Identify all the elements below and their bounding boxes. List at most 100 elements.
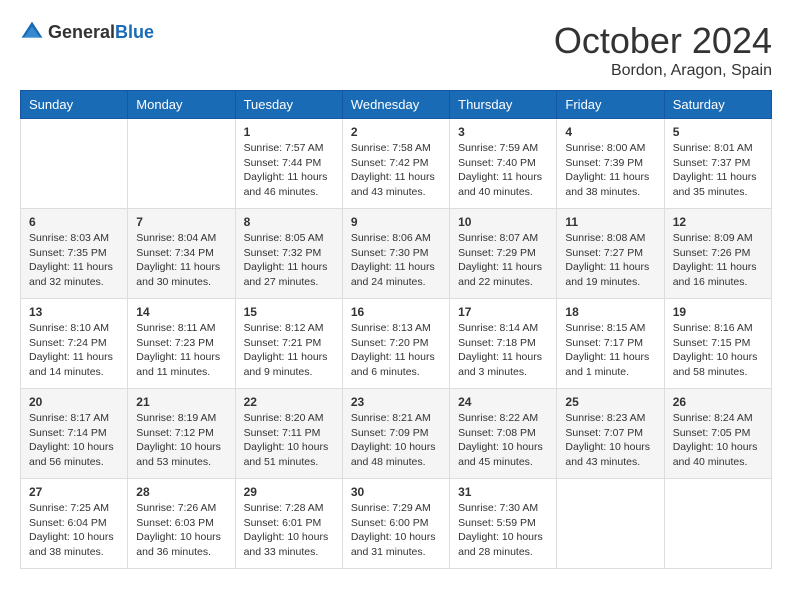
sunset: Sunset: 7:26 PM	[673, 247, 751, 259]
cell-4-4: 31 Sunrise: 7:30 AM Sunset: 5:59 PM Dayl…	[450, 479, 557, 569]
cell-0-1	[128, 119, 235, 209]
sunset: Sunset: 7:24 PM	[29, 337, 107, 349]
day-number: 13	[29, 305, 119, 319]
daylight: Daylight: 11 hours and 6 minutes.	[351, 351, 435, 378]
sunset: Sunset: 7:17 PM	[565, 337, 643, 349]
day-number: 6	[29, 215, 119, 229]
sunset: Sunset: 7:27 PM	[565, 247, 643, 259]
header-wednesday: Wednesday	[342, 91, 449, 119]
day-number: 22	[244, 395, 334, 409]
day-info: Sunrise: 8:23 AM Sunset: 7:07 PM Dayligh…	[565, 411, 655, 470]
daylight: Daylight: 11 hours and 11 minutes.	[136, 351, 220, 378]
day-info: Sunrise: 7:26 AM Sunset: 6:03 PM Dayligh…	[136, 501, 226, 560]
cell-3-1: 21 Sunrise: 8:19 AM Sunset: 7:12 PM Dayl…	[128, 389, 235, 479]
sunset: Sunset: 7:11 PM	[244, 427, 321, 439]
sunset: Sunset: 5:59 PM	[458, 517, 536, 529]
cell-2-6: 19 Sunrise: 8:16 AM Sunset: 7:15 PM Dayl…	[664, 299, 771, 389]
title-section: October 2024 Bordon, Aragon, Spain	[554, 20, 772, 80]
location: Bordon, Aragon, Spain	[554, 62, 772, 80]
cell-3-4: 24 Sunrise: 8:22 AM Sunset: 7:08 PM Dayl…	[450, 389, 557, 479]
day-number: 11	[565, 215, 655, 229]
sunrise: Sunrise: 8:06 AM	[351, 232, 431, 244]
sunset: Sunset: 7:40 PM	[458, 157, 536, 169]
daylight: Daylight: 10 hours and 33 minutes.	[244, 531, 329, 558]
day-info: Sunrise: 8:17 AM Sunset: 7:14 PM Dayligh…	[29, 411, 119, 470]
day-info: Sunrise: 8:13 AM Sunset: 7:20 PM Dayligh…	[351, 321, 441, 380]
day-number: 3	[458, 125, 548, 139]
page-header: GeneralBlue October 2024 Bordon, Aragon,…	[20, 20, 772, 80]
sunset: Sunset: 6:00 PM	[351, 517, 429, 529]
day-info: Sunrise: 7:28 AM Sunset: 6:01 PM Dayligh…	[244, 501, 334, 560]
day-info: Sunrise: 7:59 AM Sunset: 7:40 PM Dayligh…	[458, 141, 548, 200]
day-number: 20	[29, 395, 119, 409]
sunrise: Sunrise: 7:58 AM	[351, 142, 431, 154]
cell-3-3: 23 Sunrise: 8:21 AM Sunset: 7:09 PM Dayl…	[342, 389, 449, 479]
daylight: Daylight: 10 hours and 51 minutes.	[244, 441, 329, 468]
day-number: 23	[351, 395, 441, 409]
sunset: Sunset: 7:32 PM	[244, 247, 322, 259]
sunrise: Sunrise: 8:14 AM	[458, 322, 538, 334]
day-number: 12	[673, 215, 763, 229]
cell-2-0: 13 Sunrise: 8:10 AM Sunset: 7:24 PM Dayl…	[21, 299, 128, 389]
sunset: Sunset: 7:44 PM	[244, 157, 322, 169]
day-info: Sunrise: 8:10 AM Sunset: 7:24 PM Dayligh…	[29, 321, 119, 380]
daylight: Daylight: 11 hours and 19 minutes.	[565, 261, 649, 288]
cell-3-0: 20 Sunrise: 8:17 AM Sunset: 7:14 PM Dayl…	[21, 389, 128, 479]
sunset: Sunset: 7:30 PM	[351, 247, 429, 259]
day-number: 28	[136, 485, 226, 499]
sunset: Sunset: 7:29 PM	[458, 247, 536, 259]
day-info: Sunrise: 7:30 AM Sunset: 5:59 PM Dayligh…	[458, 501, 548, 560]
daylight: Daylight: 10 hours and 48 minutes.	[351, 441, 436, 468]
sunset: Sunset: 7:37 PM	[673, 157, 751, 169]
sunrise: Sunrise: 7:26 AM	[136, 502, 216, 514]
day-number: 17	[458, 305, 548, 319]
sunrise: Sunrise: 8:07 AM	[458, 232, 538, 244]
sunset: Sunset: 7:20 PM	[351, 337, 429, 349]
day-number: 5	[673, 125, 763, 139]
weekday-header-row: Sunday Monday Tuesday Wednesday Thursday…	[21, 91, 772, 119]
daylight: Daylight: 10 hours and 45 minutes.	[458, 441, 543, 468]
cell-2-4: 17 Sunrise: 8:14 AM Sunset: 7:18 PM Dayl…	[450, 299, 557, 389]
sunrise: Sunrise: 7:29 AM	[351, 502, 431, 514]
sunrise: Sunrise: 8:15 AM	[565, 322, 645, 334]
day-number: 31	[458, 485, 548, 499]
cell-1-0: 6 Sunrise: 8:03 AM Sunset: 7:35 PM Dayli…	[21, 209, 128, 299]
sunset: Sunset: 7:15 PM	[673, 337, 751, 349]
sunrise: Sunrise: 7:25 AM	[29, 502, 109, 514]
day-number: 27	[29, 485, 119, 499]
day-info: Sunrise: 8:12 AM Sunset: 7:21 PM Dayligh…	[244, 321, 334, 380]
daylight: Daylight: 11 hours and 14 minutes.	[29, 351, 113, 378]
logo-icon	[20, 20, 44, 44]
sunset: Sunset: 6:03 PM	[136, 517, 214, 529]
sunset: Sunset: 7:34 PM	[136, 247, 214, 259]
day-number: 30	[351, 485, 441, 499]
cell-1-3: 9 Sunrise: 8:06 AM Sunset: 7:30 PM Dayli…	[342, 209, 449, 299]
day-info: Sunrise: 8:20 AM Sunset: 7:11 PM Dayligh…	[244, 411, 334, 470]
sunrise: Sunrise: 8:19 AM	[136, 412, 216, 424]
daylight: Daylight: 11 hours and 43 minutes.	[351, 171, 435, 198]
day-info: Sunrise: 7:58 AM Sunset: 7:42 PM Dayligh…	[351, 141, 441, 200]
day-info: Sunrise: 8:14 AM Sunset: 7:18 PM Dayligh…	[458, 321, 548, 380]
day-number: 4	[565, 125, 655, 139]
day-info: Sunrise: 8:16 AM Sunset: 7:15 PM Dayligh…	[673, 321, 763, 380]
sunset: Sunset: 7:35 PM	[29, 247, 107, 259]
day-number: 19	[673, 305, 763, 319]
day-info: Sunrise: 7:25 AM Sunset: 6:04 PM Dayligh…	[29, 501, 119, 560]
daylight: Daylight: 10 hours and 43 minutes.	[565, 441, 650, 468]
day-number: 29	[244, 485, 334, 499]
daylight: Daylight: 10 hours and 36 minutes.	[136, 531, 221, 558]
sunrise: Sunrise: 8:01 AM	[673, 142, 753, 154]
day-info: Sunrise: 8:03 AM Sunset: 7:35 PM Dayligh…	[29, 231, 119, 290]
daylight: Daylight: 11 hours and 46 minutes.	[244, 171, 328, 198]
daylight: Daylight: 11 hours and 1 minute.	[565, 351, 649, 378]
cell-2-1: 14 Sunrise: 8:11 AM Sunset: 7:23 PM Dayl…	[128, 299, 235, 389]
sunset: Sunset: 7:07 PM	[565, 427, 643, 439]
day-info: Sunrise: 8:06 AM Sunset: 7:30 PM Dayligh…	[351, 231, 441, 290]
daylight: Daylight: 11 hours and 35 minutes.	[673, 171, 757, 198]
day-info: Sunrise: 8:00 AM Sunset: 7:39 PM Dayligh…	[565, 141, 655, 200]
sunset: Sunset: 7:39 PM	[565, 157, 643, 169]
day-number: 7	[136, 215, 226, 229]
daylight: Daylight: 10 hours and 38 minutes.	[29, 531, 114, 558]
cell-0-0	[21, 119, 128, 209]
day-info: Sunrise: 8:05 AM Sunset: 7:32 PM Dayligh…	[244, 231, 334, 290]
